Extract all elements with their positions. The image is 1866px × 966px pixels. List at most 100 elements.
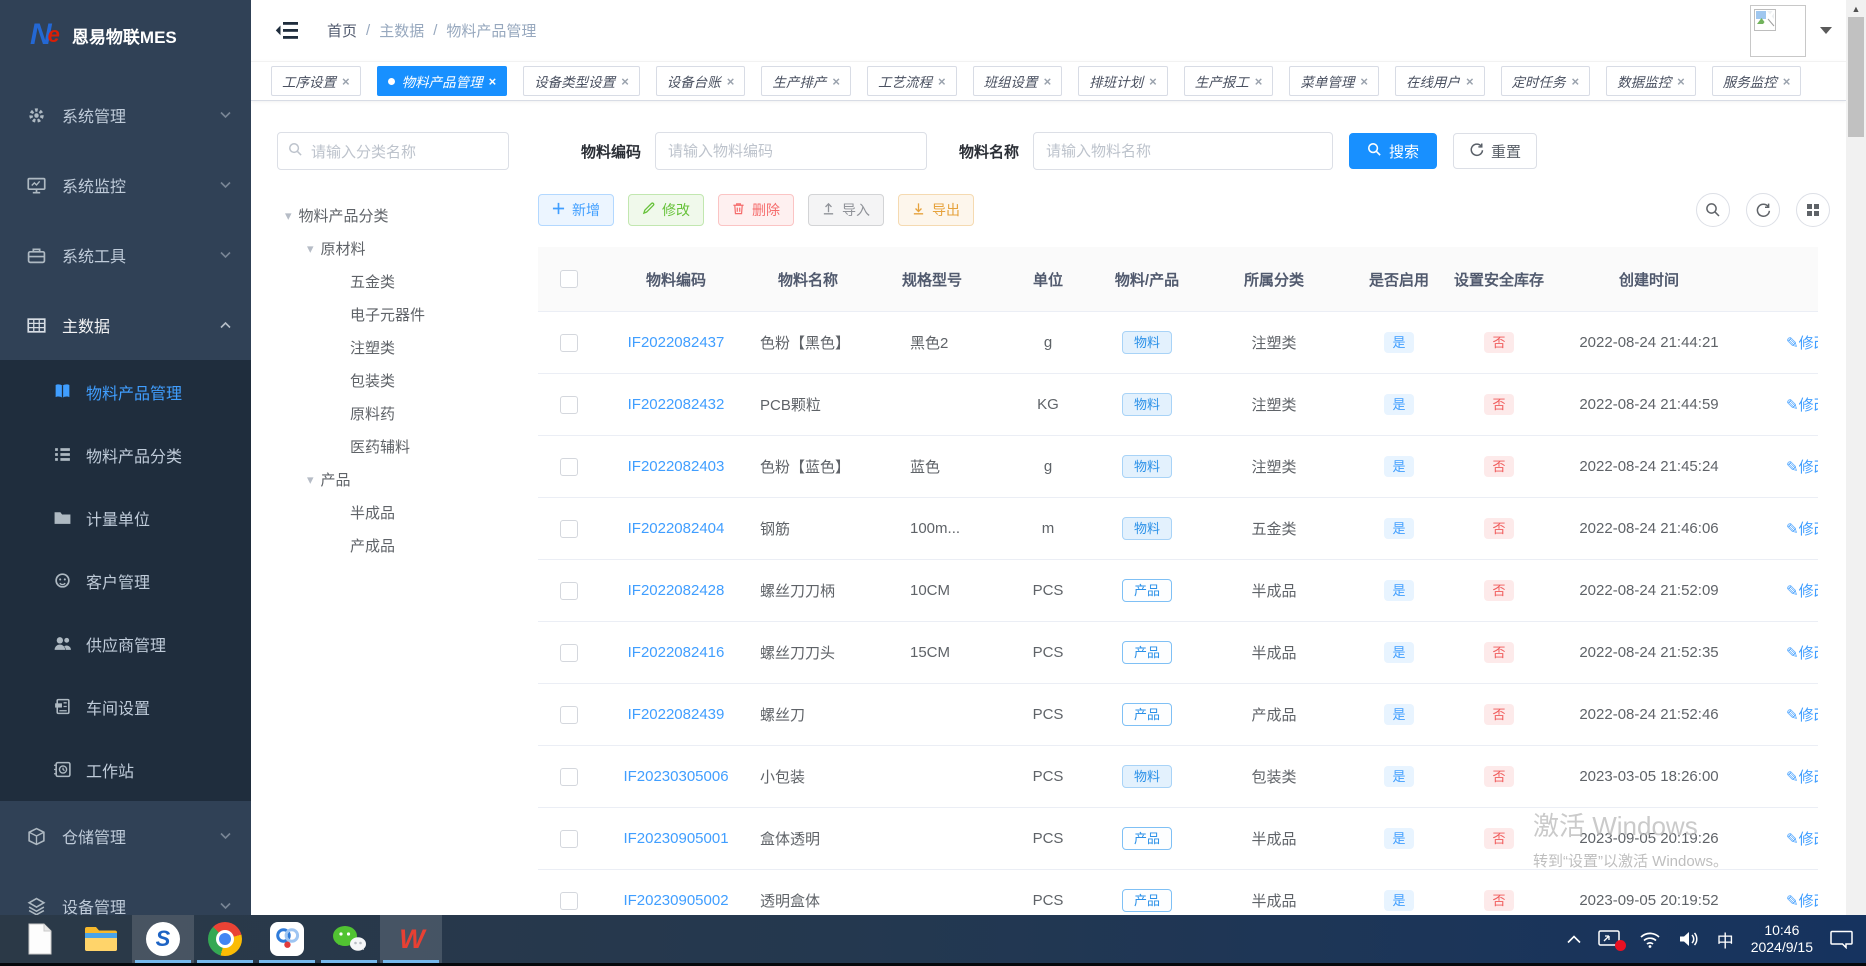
refresh-icon[interactable] (1746, 193, 1780, 227)
row-checkbox[interactable] (560, 395, 578, 414)
close-icon[interactable]: × (1677, 74, 1685, 89)
sidebar-item-customer-mgmt[interactable]: 客户管理 (0, 549, 251, 612)
material-code-link[interactable]: IF2022082439 (628, 706, 725, 723)
tree-node-raw-drug[interactable]: 原料药 (277, 397, 509, 430)
material-code-link[interactable]: IF2022082404 (628, 520, 725, 537)
sidebar-item-supplier-mgmt[interactable]: 供应商管理 (0, 612, 251, 675)
close-icon[interactable]: × (342, 74, 350, 89)
taskbar-clock[interactable]: 10:46 2024/9/15 (1751, 922, 1813, 956)
category-search-input[interactable]: 请输入分类名称 (277, 132, 509, 170)
tab-online-users[interactable]: 在线用户 × (1394, 66, 1485, 96)
row-edit-link[interactable]: ✎修改 (1786, 893, 1818, 910)
row-edit-link[interactable]: ✎修改 (1786, 583, 1818, 600)
tree-node-hardware[interactable]: 五金类 (277, 265, 509, 298)
sidebar-item-material-product-category[interactable]: 物料产品分类 (0, 423, 251, 486)
material-code-link[interactable]: IF20230305006 (623, 768, 728, 785)
tree-node-product[interactable]: ▾ 产品 (277, 463, 509, 496)
select-all-checkbox[interactable] (560, 270, 578, 289)
tree-node-pharma-aux[interactable]: 医药辅料 (277, 430, 509, 463)
tab-data-monitor[interactable]: 数据监控 × (1606, 66, 1696, 96)
tab-production-scheduling[interactable]: 生产排产 × (761, 66, 851, 96)
caret-down-icon[interactable]: ▾ (285, 208, 292, 224)
row-checkbox[interactable] (560, 891, 578, 910)
tree-node-packaging[interactable]: 包装类 (277, 364, 509, 397)
taskbar-sogou-browser-icon[interactable]: S (132, 915, 194, 963)
material-code-link[interactable]: IF20230905002 (623, 892, 728, 909)
import-button[interactable]: 导入 (808, 194, 884, 226)
tab-device-type-settings[interactable]: 设备类型设置 × (523, 66, 640, 96)
screen-cast-icon[interactable] (1597, 929, 1626, 951)
chevron-down-icon[interactable] (1820, 27, 1832, 34)
add-button[interactable]: 新增 (538, 194, 614, 226)
row-checkbox[interactable] (560, 519, 578, 538)
row-checkbox[interactable] (560, 767, 578, 786)
row-edit-link[interactable]: ✎修改 (1786, 707, 1818, 724)
material-name-input[interactable] (1033, 132, 1334, 170)
close-icon[interactable]: × (1360, 74, 1368, 89)
material-code-input[interactable] (655, 132, 928, 170)
sidebar-item-workstation[interactable]: 工作站 (0, 738, 251, 801)
sidebar-item-warehouse-mgmt[interactable]: 仓储管理 (0, 801, 251, 871)
close-icon[interactable]: × (1044, 74, 1052, 89)
tab-device-ledger[interactable]: 设备台账 × (655, 66, 746, 96)
close-icon[interactable]: × (621, 74, 629, 89)
tab-material-product-mgmt[interactable]: 物料产品管理 × (376, 66, 508, 96)
close-icon[interactable]: × (1149, 74, 1157, 89)
row-edit-link[interactable]: ✎修改 (1786, 831, 1818, 848)
tab-shift-plan[interactable]: 排班计划 × (1078, 66, 1168, 96)
scrollbar-up-arrow[interactable]: ▲ (1846, 0, 1866, 17)
taskbar-wechat-icon[interactable] (318, 915, 380, 963)
tree-node-finished[interactable]: 产成品 (277, 529, 509, 562)
close-icon[interactable]: × (938, 74, 946, 89)
sidebar-item-material-product-mgmt[interactable]: 物料产品管理 (0, 360, 251, 423)
ime-indicator[interactable]: 中 (1717, 927, 1734, 952)
taskbar-notepad-icon[interactable] (8, 915, 70, 963)
close-icon[interactable]: × (1255, 74, 1263, 89)
material-code-link[interactable]: IF2022082432 (628, 396, 725, 413)
tab-process-flow[interactable]: 工艺流程 × (866, 66, 957, 96)
close-icon[interactable]: × (1572, 74, 1580, 89)
material-code-link[interactable]: IF2022082403 (628, 458, 725, 475)
material-code-link[interactable]: IF2022082428 (628, 582, 725, 599)
row-edit-link[interactable]: ✎修改 (1786, 335, 1818, 352)
grid-columns-icon[interactable] (1796, 193, 1830, 227)
taskbar-chrome-icon[interactable] (194, 915, 256, 963)
speaker-icon[interactable] (1678, 930, 1700, 948)
row-checkbox[interactable] (560, 457, 578, 476)
close-icon[interactable]: × (1466, 74, 1474, 89)
wifi-icon[interactable] (1639, 931, 1661, 948)
breadcrumb-home[interactable]: 首页 (327, 20, 357, 41)
sidebar-item-system-tools[interactable]: 系统工具 (0, 220, 251, 290)
row-edit-link[interactable]: ✎修改 (1786, 769, 1818, 786)
material-code-link[interactable]: IF20230905001 (623, 830, 728, 847)
breadcrumb-master-data[interactable]: 主数据 (379, 20, 424, 41)
search-button[interactable]: 搜索 (1349, 133, 1438, 169)
avatar[interactable] (1750, 4, 1806, 57)
tab-process-settings[interactable]: 工序设置 × (271, 66, 361, 96)
tab-service-monitor[interactable]: 服务监控 × (1711, 66, 1802, 96)
reset-button[interactable]: 重置 (1453, 133, 1538, 169)
row-checkbox[interactable] (560, 333, 578, 352)
sidebar-item-master-data[interactable]: 主数据 (0, 290, 251, 360)
caret-down-icon[interactable]: ▾ (307, 472, 314, 488)
row-checkbox[interactable] (560, 581, 578, 600)
row-checkbox[interactable] (560, 705, 578, 724)
taskbar-wps-icon[interactable]: W (380, 915, 442, 963)
close-icon[interactable]: × (727, 74, 735, 89)
edit-button[interactable]: 修改 (628, 194, 704, 226)
sidebar-item-system-monitor[interactable]: 系统监控 (0, 150, 251, 220)
action-center-icon[interactable] (1830, 929, 1854, 949)
row-edit-link[interactable]: ✎修改 (1786, 521, 1818, 538)
tree-node-root[interactable]: ▾ 物料产品分类 (277, 199, 509, 232)
tray-chevron-up-icon[interactable] (1567, 934, 1581, 944)
taskbar-file-explorer-icon[interactable] (70, 915, 132, 963)
close-icon[interactable]: × (489, 74, 497, 89)
caret-down-icon[interactable]: ▾ (307, 241, 314, 257)
tree-node-raw-material[interactable]: ▾ 原材料 (277, 232, 509, 265)
row-checkbox[interactable] (560, 643, 578, 662)
search-icon[interactable] (1696, 193, 1730, 227)
tree-node-semi-finished[interactable]: 半成品 (277, 496, 509, 529)
row-edit-link[interactable]: ✎修改 (1786, 645, 1818, 662)
tab-team-settings[interactable]: 班组设置 × (972, 66, 1063, 96)
tab-production-report[interactable]: 生产报工 × (1183, 66, 1274, 96)
